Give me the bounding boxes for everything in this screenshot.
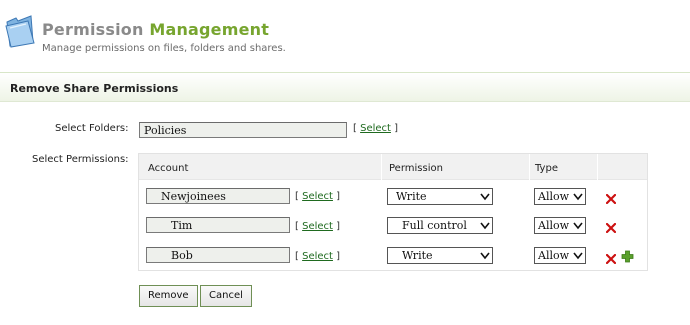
select-permissions-label: Select Permissions: [32,154,129,165]
account-input[interactable]: Bob [146,247,290,263]
page-title-part1: Permission [42,20,144,39]
type-dropdown[interactable]: Allow [534,217,586,234]
grid-header: Account Permission Type [139,154,647,180]
add-icon[interactable] [621,250,634,263]
permission-dropdown[interactable]: Write [387,247,493,264]
delete-icon[interactable] [606,194,616,204]
section-header: Remove Share Permissions [0,72,690,102]
delete-icon[interactable] [606,254,616,264]
column-header-account: Account [148,163,189,174]
folders-input[interactable]: Policies [139,122,347,138]
remove-button[interactable]: Remove [139,285,198,307]
chevron-down-icon [573,222,583,230]
delete-icon[interactable] [606,223,616,233]
folders-select-link[interactable]: Select [360,123,391,134]
select-folders-label: Select Folders: [55,123,129,134]
chevron-down-icon [480,252,490,260]
account-select-link[interactable]: Select [302,251,333,262]
page-subtitle: Manage permissions on files, folders and… [42,43,286,54]
account-input[interactable]: Tim [146,217,290,233]
permissions-grid: Account Permission Type Newjoinees [ Sel… [138,153,648,271]
column-header-type: Type [535,163,558,174]
column-header-permission: Permission [389,163,443,174]
account-select-link[interactable]: Select [302,221,333,232]
page-title: Permission Management [42,20,269,39]
chevron-down-icon [480,193,490,201]
account-select-link-group: [ Select ] [295,221,341,232]
section-title: Remove Share Permissions [10,82,179,95]
account-input[interactable]: Newjoinees [146,188,290,204]
account-select-link-group: [ Select ] [295,191,341,202]
permission-dropdown[interactable]: Full control [387,217,493,234]
chevron-down-icon [573,252,583,260]
chevron-down-icon [573,193,583,201]
account-select-link-group: [ Select ] [295,251,341,262]
page-header: Permission Management Manage permissions… [0,0,690,64]
chevron-down-icon [480,222,490,230]
type-dropdown[interactable]: Allow [534,247,586,264]
folders-select-link-group: [ Select ] [353,123,399,134]
page-title-part2: Management [149,20,270,39]
folder-icon [5,15,35,48]
type-dropdown[interactable]: Allow [534,188,586,205]
permission-dropdown[interactable]: Write [387,188,493,205]
account-select-link[interactable]: Select [302,191,333,202]
cancel-button[interactable]: Cancel [200,285,252,307]
